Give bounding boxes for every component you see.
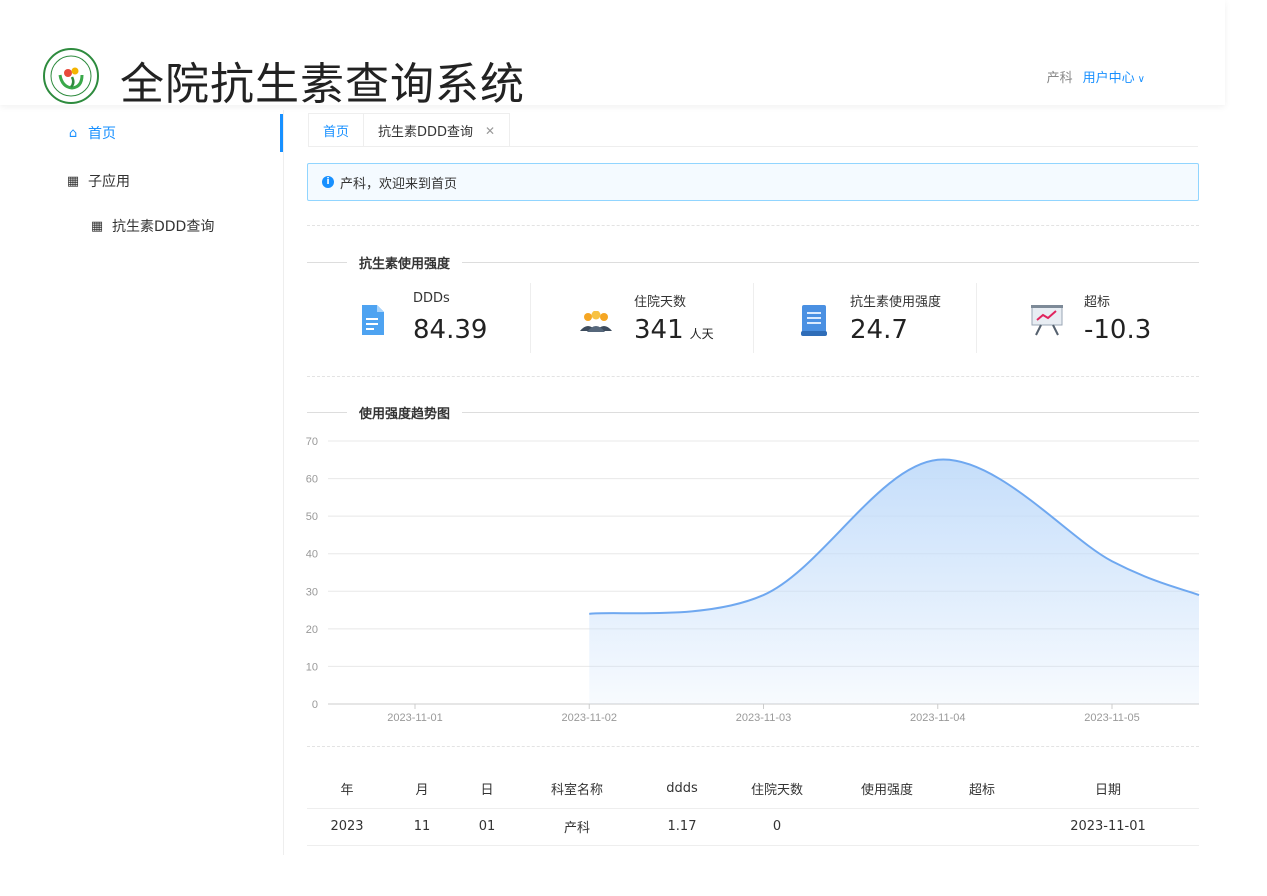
y-tick-label: 60: [306, 474, 318, 486]
x-tick-label: 2023-11-03: [736, 712, 791, 724]
y-tick-label: 40: [306, 549, 318, 561]
x-tick-label: 2023-11-04: [910, 712, 965, 724]
y-tick-label: 20: [306, 624, 318, 636]
y-tick-label: 0: [312, 699, 318, 711]
x-tick-label: 2023-11-01: [387, 712, 442, 724]
intensity-trend-chart: 0 10 20 30 40 50 60 70 2023-11-01 2023-11-02 2023-…: [0, 0, 1267, 740]
table-cell: 产科: [517, 808, 637, 845]
divider: [307, 746, 1199, 747]
x-tick-label: 2023-11-02: [562, 712, 617, 724]
y-tick-label: 70: [306, 436, 318, 448]
table-cell: 2023: [307, 808, 387, 845]
table-cell: 11: [387, 808, 457, 845]
y-tick-label: 30: [306, 586, 318, 598]
series-area: [589, 460, 1199, 704]
table-row: 20231101产科1.170 2023-11-01: [307, 808, 1199, 845]
column-header: 日: [457, 770, 517, 808]
column-header: 超标: [947, 770, 1017, 808]
column-header: 月: [387, 770, 457, 808]
y-tick-label: 10: [306, 661, 318, 673]
x-tick-label: 2023-11-05: [1084, 712, 1139, 724]
data-table: 年月日科室名称ddds住院天数使用强度超标日期 20231101产科1.1702…: [307, 770, 1199, 846]
table-body: 20231101产科1.170 2023-11-01: [307, 808, 1199, 845]
column-header: 科室名称: [517, 770, 637, 808]
column-header: 使用强度: [827, 770, 947, 808]
column-header: ddds: [637, 770, 727, 808]
table-cell: 1.17: [637, 808, 727, 845]
table-cell: [827, 808, 947, 845]
table-cell: 0: [727, 808, 827, 845]
column-header: 年: [307, 770, 387, 808]
table-header-row: 年月日科室名称ddds住院天数使用强度超标日期: [307, 770, 1199, 808]
table-cell: 01: [457, 808, 517, 845]
table-cell: [947, 808, 1017, 845]
y-tick-label: 50: [306, 511, 318, 523]
table-cell: 2023-11-01: [1017, 808, 1199, 845]
column-header: 住院天数: [727, 770, 827, 808]
column-header: 日期: [1017, 770, 1199, 808]
